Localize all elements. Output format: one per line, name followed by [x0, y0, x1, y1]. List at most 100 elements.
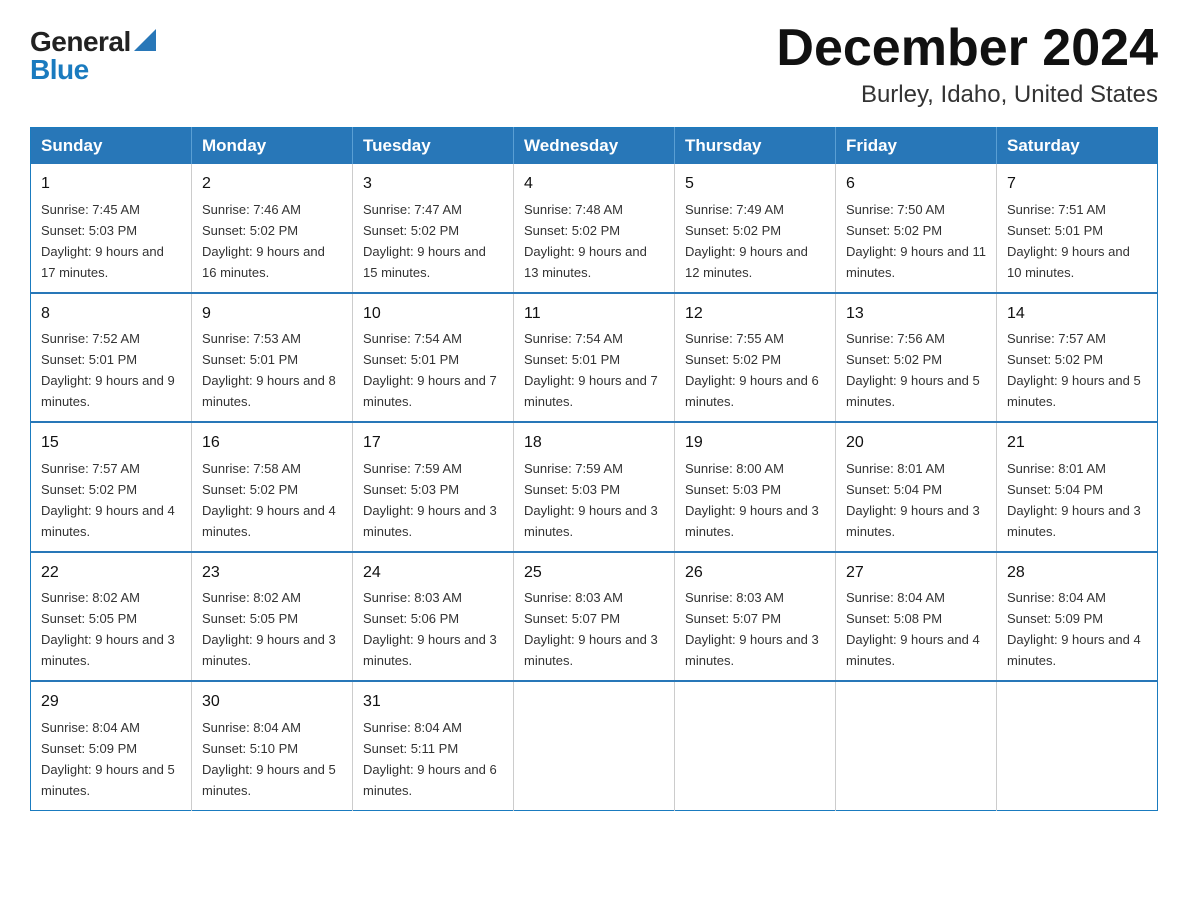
day-info: Sunrise: 7:58 AMSunset: 5:02 PMDaylight:… — [202, 461, 336, 539]
day-info: Sunrise: 8:02 AMSunset: 5:05 PMDaylight:… — [202, 590, 336, 668]
day-number: 8 — [41, 302, 181, 327]
calendar-table: Sunday Monday Tuesday Wednesday Thursday… — [30, 127, 1158, 810]
day-info: Sunrise: 7:52 AMSunset: 5:01 PMDaylight:… — [41, 331, 175, 409]
day-info: Sunrise: 7:47 AMSunset: 5:02 PMDaylight:… — [363, 202, 486, 280]
table-row: 21 Sunrise: 8:01 AMSunset: 5:04 PMDaylig… — [997, 422, 1158, 551]
header-wednesday: Wednesday — [514, 128, 675, 165]
calendar-week-row: 15 Sunrise: 7:57 AMSunset: 5:02 PMDaylig… — [31, 422, 1158, 551]
logo-blue-text: Blue — [30, 56, 89, 84]
table-row: 23 Sunrise: 8:02 AMSunset: 5:05 PMDaylig… — [192, 552, 353, 681]
table-row: 11 Sunrise: 7:54 AMSunset: 5:01 PMDaylig… — [514, 293, 675, 422]
day-number: 18 — [524, 431, 664, 456]
table-row: 28 Sunrise: 8:04 AMSunset: 5:09 PMDaylig… — [997, 552, 1158, 681]
logo-triangle-icon — [134, 29, 156, 51]
day-number: 19 — [685, 431, 825, 456]
day-info: Sunrise: 8:04 AMSunset: 5:10 PMDaylight:… — [202, 720, 336, 798]
table-row — [836, 681, 997, 810]
day-info: Sunrise: 7:55 AMSunset: 5:02 PMDaylight:… — [685, 331, 819, 409]
calendar-week-row: 22 Sunrise: 8:02 AMSunset: 5:05 PMDaylig… — [31, 552, 1158, 681]
day-info: Sunrise: 8:03 AMSunset: 5:06 PMDaylight:… — [363, 590, 497, 668]
day-info: Sunrise: 8:01 AMSunset: 5:04 PMDaylight:… — [1007, 461, 1141, 539]
day-info: Sunrise: 7:59 AMSunset: 5:03 PMDaylight:… — [363, 461, 497, 539]
location-subtitle: Burley, Idaho, United States — [776, 81, 1158, 109]
day-info: Sunrise: 7:51 AMSunset: 5:01 PMDaylight:… — [1007, 202, 1130, 280]
day-number: 6 — [846, 172, 986, 197]
day-info: Sunrise: 7:53 AMSunset: 5:01 PMDaylight:… — [202, 331, 336, 409]
table-row: 6 Sunrise: 7:50 AMSunset: 5:02 PMDayligh… — [836, 164, 997, 292]
table-row: 13 Sunrise: 7:56 AMSunset: 5:02 PMDaylig… — [836, 293, 997, 422]
day-number: 1 — [41, 172, 181, 197]
page-header: General Blue December 2024 Burley, Idaho… — [30, 20, 1158, 109]
table-row: 8 Sunrise: 7:52 AMSunset: 5:01 PMDayligh… — [31, 293, 192, 422]
day-number: 24 — [363, 561, 503, 586]
day-info: Sunrise: 7:45 AMSunset: 5:03 PMDaylight:… — [41, 202, 164, 280]
table-row: 31 Sunrise: 8:04 AMSunset: 5:11 PMDaylig… — [353, 681, 514, 810]
day-number: 26 — [685, 561, 825, 586]
table-row: 24 Sunrise: 8:03 AMSunset: 5:06 PMDaylig… — [353, 552, 514, 681]
day-number: 7 — [1007, 172, 1147, 197]
header-saturday: Saturday — [997, 128, 1158, 165]
day-number: 5 — [685, 172, 825, 197]
day-info: Sunrise: 8:03 AMSunset: 5:07 PMDaylight:… — [685, 590, 819, 668]
table-row: 30 Sunrise: 8:04 AMSunset: 5:10 PMDaylig… — [192, 681, 353, 810]
table-row — [675, 681, 836, 810]
calendar-week-row: 8 Sunrise: 7:52 AMSunset: 5:01 PMDayligh… — [31, 293, 1158, 422]
table-row: 5 Sunrise: 7:49 AMSunset: 5:02 PMDayligh… — [675, 164, 836, 292]
day-number: 20 — [846, 431, 986, 456]
table-row: 19 Sunrise: 8:00 AMSunset: 5:03 PMDaylig… — [675, 422, 836, 551]
table-row: 2 Sunrise: 7:46 AMSunset: 5:02 PMDayligh… — [192, 164, 353, 292]
day-info: Sunrise: 7:50 AMSunset: 5:02 PMDaylight:… — [846, 202, 986, 280]
day-number: 12 — [685, 302, 825, 327]
table-row: 20 Sunrise: 8:01 AMSunset: 5:04 PMDaylig… — [836, 422, 997, 551]
header-friday: Friday — [836, 128, 997, 165]
table-row: 29 Sunrise: 8:04 AMSunset: 5:09 PMDaylig… — [31, 681, 192, 810]
day-info: Sunrise: 7:59 AMSunset: 5:03 PMDaylight:… — [524, 461, 658, 539]
table-row: 18 Sunrise: 7:59 AMSunset: 5:03 PMDaylig… — [514, 422, 675, 551]
day-info: Sunrise: 8:04 AMSunset: 5:11 PMDaylight:… — [363, 720, 497, 798]
header-monday: Monday — [192, 128, 353, 165]
month-year-title: December 2024 — [776, 20, 1158, 77]
logo-general-text: General — [30, 28, 131, 56]
day-number: 4 — [524, 172, 664, 197]
table-row — [997, 681, 1158, 810]
day-number: 22 — [41, 561, 181, 586]
day-info: Sunrise: 7:54 AMSunset: 5:01 PMDaylight:… — [363, 331, 497, 409]
table-row: 17 Sunrise: 7:59 AMSunset: 5:03 PMDaylig… — [353, 422, 514, 551]
table-row — [514, 681, 675, 810]
day-info: Sunrise: 7:54 AMSunset: 5:01 PMDaylight:… — [524, 331, 658, 409]
day-info: Sunrise: 8:04 AMSunset: 5:08 PMDaylight:… — [846, 590, 980, 668]
day-info: Sunrise: 7:57 AMSunset: 5:02 PMDaylight:… — [41, 461, 175, 539]
day-number: 27 — [846, 561, 986, 586]
header-thursday: Thursday — [675, 128, 836, 165]
day-info: Sunrise: 7:46 AMSunset: 5:02 PMDaylight:… — [202, 202, 325, 280]
day-number: 23 — [202, 561, 342, 586]
day-number: 13 — [846, 302, 986, 327]
day-number: 3 — [363, 172, 503, 197]
table-row: 14 Sunrise: 7:57 AMSunset: 5:02 PMDaylig… — [997, 293, 1158, 422]
day-info: Sunrise: 8:03 AMSunset: 5:07 PMDaylight:… — [524, 590, 658, 668]
day-number: 29 — [41, 690, 181, 715]
day-info: Sunrise: 8:04 AMSunset: 5:09 PMDaylight:… — [41, 720, 175, 798]
day-number: 10 — [363, 302, 503, 327]
table-row: 10 Sunrise: 7:54 AMSunset: 5:01 PMDaylig… — [353, 293, 514, 422]
day-number: 28 — [1007, 561, 1147, 586]
day-info: Sunrise: 8:02 AMSunset: 5:05 PMDaylight:… — [41, 590, 175, 668]
day-info: Sunrise: 7:49 AMSunset: 5:02 PMDaylight:… — [685, 202, 808, 280]
table-row: 4 Sunrise: 7:48 AMSunset: 5:02 PMDayligh… — [514, 164, 675, 292]
day-info: Sunrise: 7:56 AMSunset: 5:02 PMDaylight:… — [846, 331, 980, 409]
table-row: 25 Sunrise: 8:03 AMSunset: 5:07 PMDaylig… — [514, 552, 675, 681]
day-number: 16 — [202, 431, 342, 456]
day-number: 2 — [202, 172, 342, 197]
table-row: 1 Sunrise: 7:45 AMSunset: 5:03 PMDayligh… — [31, 164, 192, 292]
table-row: 9 Sunrise: 7:53 AMSunset: 5:01 PMDayligh… — [192, 293, 353, 422]
day-number: 11 — [524, 302, 664, 327]
table-row: 22 Sunrise: 8:02 AMSunset: 5:05 PMDaylig… — [31, 552, 192, 681]
calendar-week-row: 29 Sunrise: 8:04 AMSunset: 5:09 PMDaylig… — [31, 681, 1158, 810]
table-row: 12 Sunrise: 7:55 AMSunset: 5:02 PMDaylig… — [675, 293, 836, 422]
day-number: 17 — [363, 431, 503, 456]
day-info: Sunrise: 7:57 AMSunset: 5:02 PMDaylight:… — [1007, 331, 1141, 409]
table-row: 15 Sunrise: 7:57 AMSunset: 5:02 PMDaylig… — [31, 422, 192, 551]
day-number: 15 — [41, 431, 181, 456]
day-info: Sunrise: 8:04 AMSunset: 5:09 PMDaylight:… — [1007, 590, 1141, 668]
day-number: 9 — [202, 302, 342, 327]
